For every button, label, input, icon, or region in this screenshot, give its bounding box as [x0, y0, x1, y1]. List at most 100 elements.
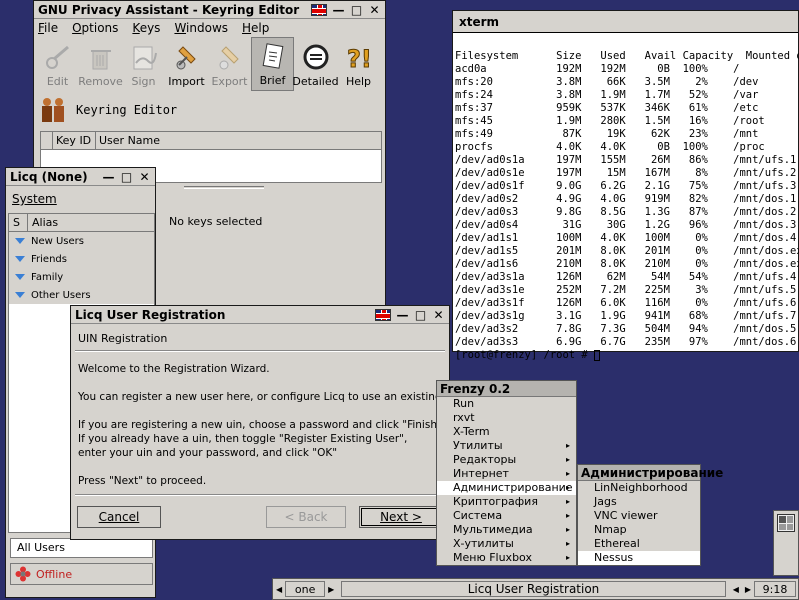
df-row: /dev/ad0s1e 197M 15M 167M 8% /mnt/ufs.2 — [455, 167, 797, 179]
detailed-button[interactable]: Detailed — [292, 37, 339, 91]
group-friends[interactable]: Friends — [9, 250, 154, 268]
df-row: /dev/ad0s3 9.8G 8.5G 1.3G 87% /mnt/dos.2 — [455, 206, 797, 218]
prev-window-arrow[interactable]: ◀ — [733, 585, 739, 594]
new-uin-line: If you are registering a new uin, choose… — [78, 419, 443, 431]
remove-button[interactable]: Remove — [78, 37, 123, 91]
close-button[interactable]: ✕ — [431, 308, 446, 322]
licq-titlebar[interactable]: Licq (None) — □ ✕ — [6, 168, 155, 186]
menu-item[interactable]: Nmap — [578, 523, 700, 537]
next-window-arrow[interactable]: ▶ — [745, 585, 751, 594]
close-button[interactable]: ✕ — [367, 3, 382, 17]
group-family[interactable]: Family — [9, 268, 154, 286]
menu-options[interactable]: Options — [72, 21, 118, 35]
column-user-name[interactable]: User Name — [96, 132, 381, 149]
slit-dock — [773, 510, 799, 576]
menu-item[interactable]: Nessus — [578, 551, 700, 565]
group-other-users[interactable]: Other Users — [9, 286, 154, 304]
pager-icon[interactable] — [777, 514, 795, 532]
df-row: /dev/ad1s1 100M 4.0K 100M 0% /mnt/dos.4 — [455, 232, 797, 244]
splitter-handle[interactable] — [184, 186, 264, 189]
next-button[interactable]: Next > — [359, 506, 443, 528]
help-button[interactable]: ?! Help — [337, 37, 380, 91]
registration-titlebar[interactable]: Licq User Registration — □ ✕ — [71, 306, 449, 324]
wizard-text: Welcome to the Registration Wizard. You … — [78, 362, 443, 488]
prev-workspace-arrow[interactable]: ◀ — [276, 585, 282, 594]
menu-item[interactable]: Мультимедиа — [437, 523, 576, 537]
people-icon — [42, 98, 64, 122]
menu-item[interactable]: Редакторы — [437, 453, 576, 467]
close-button[interactable]: ✕ — [137, 170, 152, 184]
dialog-title: Licq User Registration — [75, 307, 226, 322]
flower-status-icon — [15, 566, 31, 582]
current-task[interactable]: Licq User Registration — [341, 581, 726, 597]
remove-icon — [90, 50, 111, 70]
menu-item[interactable]: X-Term — [437, 425, 576, 439]
maximize-button[interactable]: □ — [413, 308, 428, 322]
menu-item[interactable]: LinNeighborhood — [578, 481, 700, 495]
menu-item[interactable]: rxvt — [437, 411, 576, 425]
workspace-name[interactable]: one — [285, 581, 326, 597]
menu-item[interactable]: Криптография — [437, 495, 576, 509]
shell-prompt[interactable]: [root@frenzy] /root # — [455, 349, 796, 362]
no-keys-text: No keys selected — [169, 215, 263, 228]
brief-icon — [262, 43, 283, 69]
gpa-titlebar[interactable]: GNU Privacy Assistant - Keyring Editor —… — [34, 1, 385, 19]
system-menu[interactable]: System — [12, 192, 57, 206]
df-row: mfs:37 959K 537K 346K 61% /etc — [455, 102, 759, 114]
xterm-titlebar[interactable]: xterm — [453, 11, 798, 33]
edit-button[interactable]: Edit — [36, 37, 79, 91]
minimize-button[interactable]: — — [395, 308, 410, 322]
menu-item[interactable]: Х-утилиты — [437, 537, 576, 551]
admin-menu-items: LinNeighborhood Jags VNC viewer Nmap Etherea… — [578, 481, 700, 565]
back-button[interactable]: < Back — [266, 506, 346, 528]
export-icon — [219, 46, 239, 70]
group-new-users[interactable]: New Users — [9, 232, 154, 250]
menu-item[interactable]: Run — [437, 397, 576, 411]
status-text: Offline — [36, 567, 73, 581]
menu-item[interactable]: Меню Fluxbox — [437, 551, 576, 565]
clock: 9:18 — [754, 581, 796, 597]
cancel-button[interactable]: Cancel — [77, 506, 161, 528]
xterm-window: xterm Filesystem Size Used Avail Capacit… — [452, 10, 799, 361]
brief-button[interactable]: Brief — [251, 37, 294, 91]
maximize-button[interactable]: □ — [349, 3, 364, 17]
column-status[interactable]: S — [9, 214, 28, 231]
menu-item[interactable]: Jags — [578, 495, 700, 509]
section-divider — [75, 350, 445, 352]
terminal-output[interactable]: Filesystem Size Used Avail Capacity Moun… — [453, 33, 799, 361]
window-title: GNU Privacy Assistant - Keyring Editor — [38, 2, 300, 17]
menu-item[interactable]: Система — [437, 509, 576, 523]
menu-item[interactable]: Интернет — [437, 467, 576, 481]
menu-item[interactable]: Администрирование — [437, 481, 576, 495]
next-workspace-arrow[interactable]: ▶ — [328, 585, 334, 594]
licq-title: Licq (None) — [10, 169, 88, 184]
menu-help[interactable]: Help — [242, 21, 269, 35]
export-button[interactable]: Export — [208, 37, 251, 91]
menu-keys[interactable]: Keys — [132, 21, 160, 35]
menu-item[interactable]: Утилиты — [437, 439, 576, 453]
import-icon — [176, 46, 196, 70]
import-button[interactable]: Import — [165, 37, 208, 91]
status-selector[interactable]: Offline — [10, 563, 153, 585]
menu-item[interactable]: Ethereal — [578, 537, 700, 551]
group-selector[interactable]: All Users — [10, 538, 153, 558]
keyring-editor-label: Keyring Editor — [76, 103, 178, 117]
menu-windows[interactable]: Windows — [174, 21, 228, 35]
maximize-button[interactable]: □ — [119, 170, 134, 184]
flag-icon — [375, 308, 391, 321]
flag-icon — [311, 3, 327, 16]
minimize-button[interactable]: — — [101, 170, 116, 184]
column-key-id[interactable]: Key ID — [53, 132, 96, 149]
column-alias[interactable]: Alias — [28, 214, 154, 231]
root-menu: Frenzy 0.2 RunrxvtX-TermУтилитыРедакторы… — [436, 380, 577, 566]
df-row: /dev/ad1s6 210M 8.0K 210M 0% /mnt/dos.ex… — [455, 258, 799, 270]
xterm-title: xterm — [459, 14, 500, 29]
df-row: /dev/ad3s1g 3.1G 1.9G 941M 68% /mnt/ufs.… — [455, 310, 797, 322]
df-row: mfs:24 3.8M 1.9M 1.7M 52% /var — [455, 89, 759, 101]
sign-button[interactable]: Sign — [122, 37, 165, 91]
df-row: /dev/ad0s2 4.9G 4.0G 919M 82% /mnt/dos.1 — [455, 193, 797, 205]
menu-file[interactable]: File — [38, 21, 58, 35]
minimize-button[interactable]: — — [331, 3, 346, 17]
cursor — [594, 349, 601, 361]
menu-item[interactable]: VNC viewer — [578, 509, 700, 523]
